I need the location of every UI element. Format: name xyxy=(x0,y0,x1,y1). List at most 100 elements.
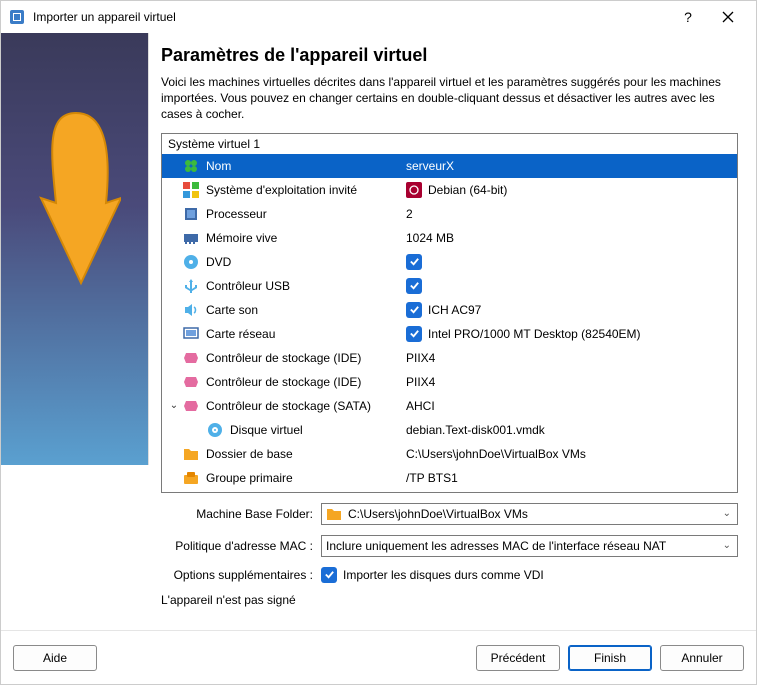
row-value: Intel PRO/1000 MT Desktop (82540EM) xyxy=(406,326,737,342)
wizard-banner xyxy=(1,33,149,465)
checkbox-checked-icon[interactable] xyxy=(406,278,422,294)
main-panel: Paramètres de l'appareil virtuel Voici l… xyxy=(149,33,756,630)
tree-row-cpu[interactable]: Processeur 2 xyxy=(162,202,737,226)
base-folder-combo[interactable]: C:\Users\johnDoe\VirtualBox VMs ⌄ xyxy=(321,503,738,525)
storage-controller-icon xyxy=(182,397,200,415)
cancel-button[interactable]: Annuler xyxy=(660,645,744,671)
storage-controller-icon xyxy=(182,349,200,367)
title-bar: Importer un appareil virtuel ? xyxy=(1,1,756,33)
back-button[interactable]: Précédent xyxy=(476,645,560,671)
tree-row-name[interactable]: Nom serveurX xyxy=(162,154,737,178)
row-value-text: Intel PRO/1000 MT Desktop (82540EM) xyxy=(428,327,641,341)
row-label: Carte son xyxy=(206,303,406,317)
tree-row-guest-os[interactable]: Système d'exploitation invité Debian (64… xyxy=(162,178,737,202)
tree-row-basefolder[interactable]: Dossier de base C:\Users\johnDoe\Virtual… xyxy=(162,442,737,466)
base-folder-label: Machine Base Folder: xyxy=(161,507,321,521)
tree-row-sound[interactable]: Carte son ICH AC97 xyxy=(162,298,737,322)
folder-icon xyxy=(326,507,342,521)
row-label: Disque virtuel xyxy=(230,423,406,437)
row-value: PIIX4 xyxy=(406,375,737,389)
settings-tree[interactable]: Système virtuel 1 Nom serveurX Système d… xyxy=(161,133,738,493)
arrow-icon xyxy=(31,103,121,303)
tree-row-sata[interactable]: ⌄ Contrôleur de stockage (SATA) AHCI xyxy=(162,394,737,418)
clover-icon xyxy=(182,157,200,175)
speaker-icon xyxy=(182,301,200,319)
page-description: Voici les machines virtuelles décrites d… xyxy=(161,74,738,123)
tree-row-vdisk[interactable]: Disque virtuel debian.Text-disk001.vmdk xyxy=(162,418,737,442)
form-row-base-folder: Machine Base Folder: C:\Users\johnDoe\Vi… xyxy=(161,503,738,525)
row-value: C:\Users\johnDoe\VirtualBox VMs xyxy=(406,447,737,461)
combo-value: Inclure uniquement les adresses MAC de l… xyxy=(326,539,666,553)
extra-options-label: Options supplémentaires : xyxy=(161,568,321,582)
tree-row-ide1[interactable]: Contrôleur de stockage (IDE) PIIX4 xyxy=(162,346,737,370)
group-icon xyxy=(182,469,200,487)
form-row-mac-policy: Politique d'adresse MAC : Inclure unique… xyxy=(161,535,738,557)
row-value: /TP BTS1 xyxy=(406,471,737,485)
tree-row-usb[interactable]: Contrôleur USB xyxy=(162,274,737,298)
row-value: PIIX4 xyxy=(406,351,737,365)
row-value: debian.Text-disk001.vmdk xyxy=(406,423,737,437)
row-label: Mémoire vive xyxy=(206,231,406,245)
import-vdi-checkbox[interactable] xyxy=(321,567,337,583)
tree-row-network[interactable]: Carte réseau Intel PRO/1000 MT Desktop (… xyxy=(162,322,737,346)
mac-policy-combo[interactable]: Inclure uniquement les adresses MAC de l… xyxy=(321,535,738,557)
disc-icon xyxy=(182,253,200,271)
row-label: Contrôleur de stockage (SATA) xyxy=(206,399,406,413)
dialog-footer: Aide Précédent Finish Annuler xyxy=(1,630,756,684)
combo-value: C:\Users\johnDoe\VirtualBox VMs xyxy=(348,507,528,521)
row-label: Dossier de base xyxy=(206,447,406,461)
os-grid-icon xyxy=(182,181,200,199)
row-value: 1024 MB xyxy=(406,231,737,245)
row-value xyxy=(406,254,737,270)
row-value: ICH AC97 xyxy=(406,302,737,318)
close-button[interactable] xyxy=(708,3,748,31)
cpu-icon xyxy=(182,205,200,223)
network-icon xyxy=(182,325,200,343)
folder-icon xyxy=(182,445,200,463)
app-icon xyxy=(9,9,25,25)
row-value-text: Debian (64-bit) xyxy=(428,183,507,197)
form-row-extra-options: Options supplémentaires : Importer les d… xyxy=(161,567,738,583)
dialog-window: Importer un appareil virtuel ? Paramètre… xyxy=(0,0,757,685)
tree-row-dvd[interactable]: DVD xyxy=(162,250,737,274)
row-value: 2 xyxy=(406,207,737,221)
hard-disk-icon xyxy=(206,421,224,439)
row-label: Contrôleur de stockage (IDE) xyxy=(206,375,406,389)
chevron-down-icon: ⌄ xyxy=(723,508,731,519)
debian-icon xyxy=(406,182,422,198)
chevron-down-icon[interactable]: ⌄ xyxy=(168,400,180,411)
mac-policy-label: Politique d'adresse MAC : xyxy=(161,539,321,553)
tree-row-ram[interactable]: Mémoire vive 1024 MB xyxy=(162,226,737,250)
ram-icon xyxy=(182,229,200,247)
row-label: Processeur xyxy=(206,207,406,221)
row-value: AHCI xyxy=(406,399,737,413)
tree-row-group[interactable]: Groupe primaire /TP BTS1 xyxy=(162,466,737,490)
checkbox-checked-icon[interactable] xyxy=(406,254,422,270)
row-value: serveurX xyxy=(406,159,737,173)
page-title: Paramètres de l'appareil virtuel xyxy=(161,45,738,66)
row-label: Nom xyxy=(206,159,406,173)
finish-button[interactable]: Finish xyxy=(568,645,652,671)
help-footer-button[interactable]: Aide xyxy=(13,645,97,671)
content-area: Paramètres de l'appareil virtuel Voici l… xyxy=(1,33,756,630)
row-label: Groupe primaire xyxy=(206,471,406,485)
row-label: Système d'exploitation invité xyxy=(206,183,406,197)
tree-row-ide2[interactable]: Contrôleur de stockage (IDE) PIIX4 xyxy=(162,370,737,394)
window-title: Importer un appareil virtuel xyxy=(33,10,668,24)
chevron-down-icon: ⌄ xyxy=(723,540,731,551)
row-label: DVD xyxy=(206,255,406,269)
row-value-text: ICH AC97 xyxy=(428,303,481,317)
row-value: Debian (64-bit) xyxy=(406,182,737,198)
storage-controller-icon xyxy=(182,373,200,391)
row-value xyxy=(406,278,737,294)
row-label: Contrôleur USB xyxy=(206,279,406,293)
checkbox-checked-icon[interactable] xyxy=(406,302,422,318)
tree-system-header[interactable]: Système virtuel 1 xyxy=(162,134,737,154)
signature-note: L'appareil n'est pas signé xyxy=(161,593,738,607)
help-button[interactable]: ? xyxy=(668,3,708,31)
extra-option-text: Importer les disques durs comme VDI xyxy=(343,568,544,582)
row-label: Carte réseau xyxy=(206,327,406,341)
usb-icon xyxy=(182,277,200,295)
checkbox-checked-icon[interactable] xyxy=(406,326,422,342)
row-label: Contrôleur de stockage (IDE) xyxy=(206,351,406,365)
